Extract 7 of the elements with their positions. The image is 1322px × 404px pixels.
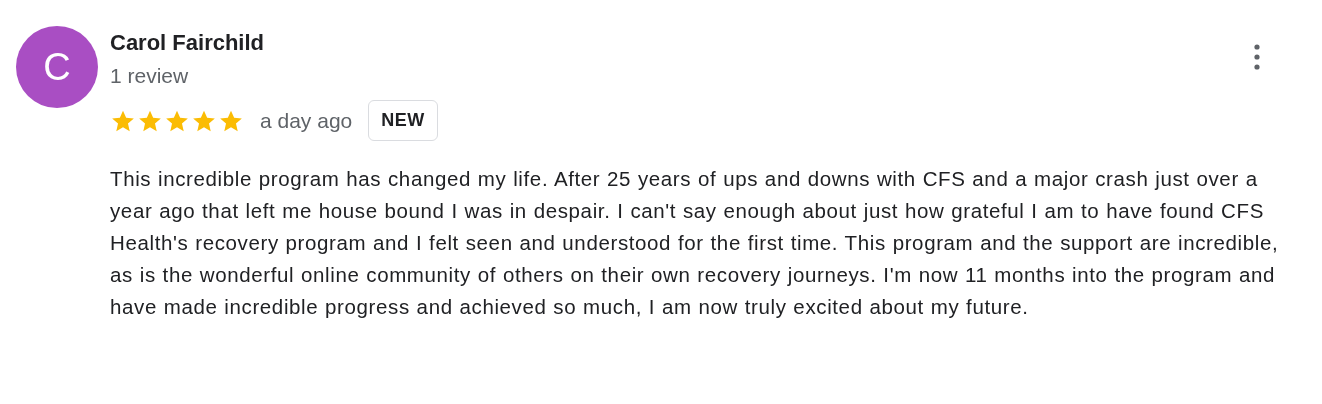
author-name: Carol Fairchild (110, 30, 265, 56)
new-badge: NEW (368, 100, 438, 141)
review-count: 1 review (110, 64, 190, 88)
avatar: C (16, 26, 98, 108)
review-text: This incredible program has changed my life. After 25 years of ups and downs with CFS and a major crash just over a year ago that left me house bound I was in despair. I can't say enough about just how grateful I am to have found CFS Health's recovery program and I felt seen and understood for the first time. This program and the support are incredible, as is the wonderful online community of others on their own recovery journeys. I'm now 11 months into the program and have made incredible progress and achieved so much, I am now truly excited about my future. (110, 166, 1280, 320)
review-time: a day ago (260, 108, 353, 133)
more-options-icon (1254, 44, 1260, 70)
